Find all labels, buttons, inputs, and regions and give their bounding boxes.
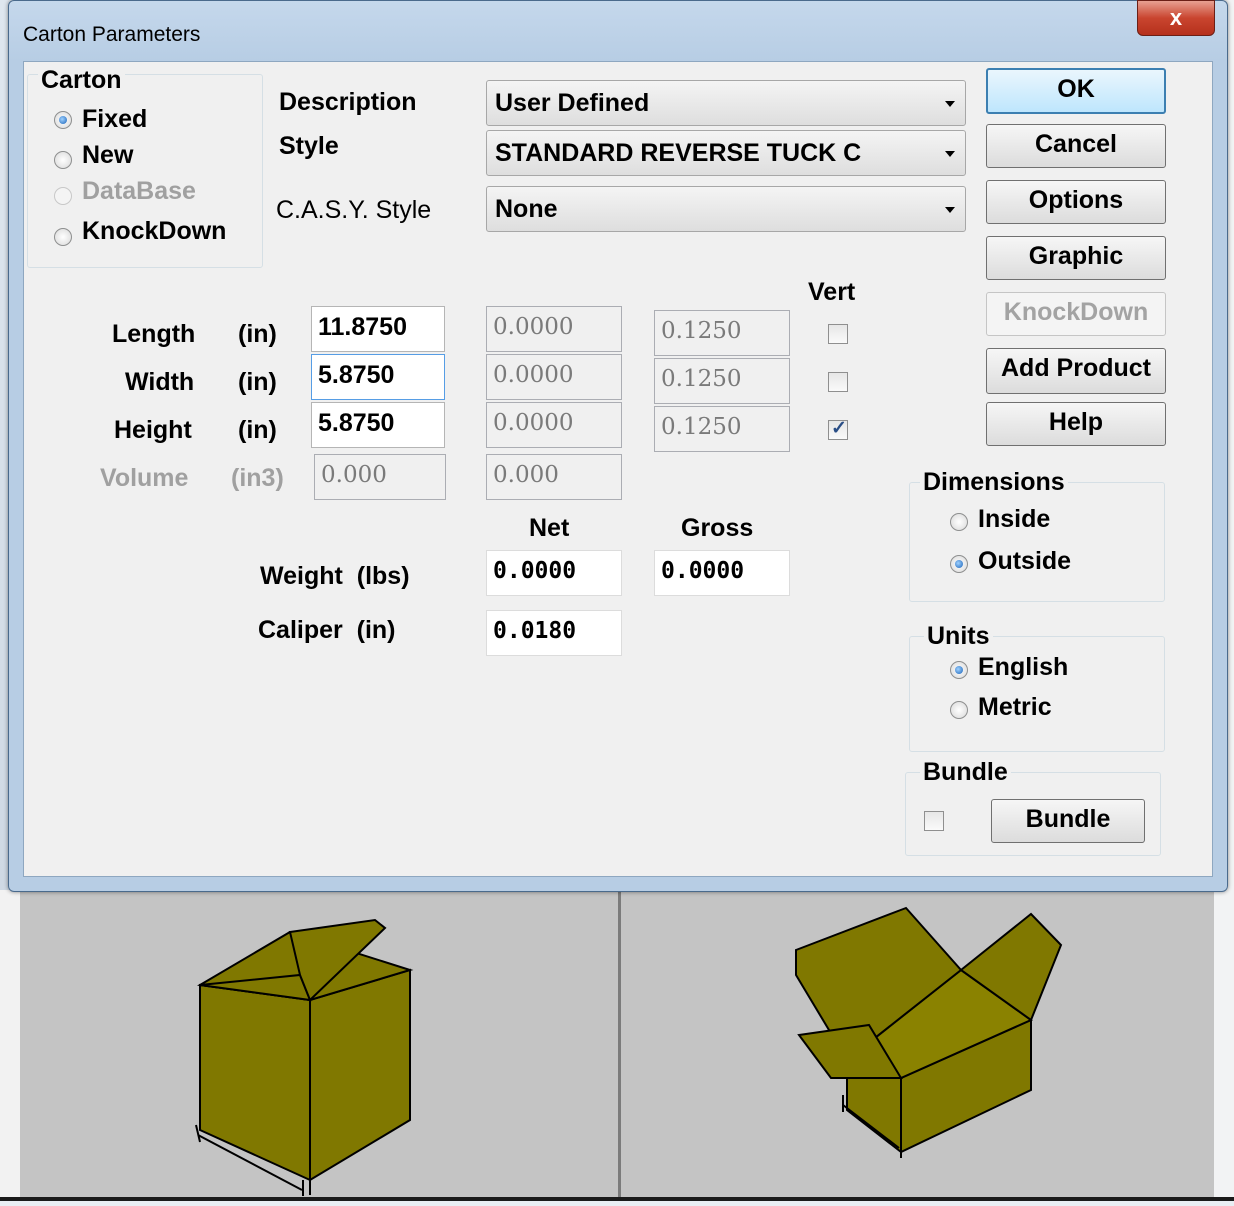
units-group: Units English Metric [909,623,1165,752]
title-bar[interactable]: Carton Parameters x [9,0,1227,61]
net-weight-input[interactable]: 0.0000 [486,550,622,596]
ok-button[interactable]: OK [986,68,1166,114]
width-unit: (in) [238,368,277,396]
open-carton-view [621,890,1215,1201]
radio-database-label: DataBase [82,177,196,205]
units-group-title: Units [924,623,993,649]
bundle-group: Bundle Bundle [905,759,1161,856]
height-field-2: 0.0000 [486,402,622,448]
length-field-3: 0.1250 [654,310,790,356]
length-field-2: 0.0000 [486,306,622,352]
length-input[interactable]: 11.8750 [311,306,445,352]
radio-inside[interactable] [950,513,968,531]
carton-side-face [309,968,411,1182]
carton-group-title: Carton [38,67,125,93]
pane-frame-bottom [0,1197,1234,1201]
weight-label: Weight (lbs) [260,562,410,590]
chevron-down-icon [945,207,955,213]
radio-english-label[interactable]: English [978,653,1068,682]
casy-style-value: None [495,195,558,223]
open-carton-graphic [795,906,1063,1158]
net-column-header: Net [529,514,570,542]
options-button[interactable]: Options [986,180,1166,224]
volume-field-1: 0.000 [314,454,446,500]
dimensions-group: Dimensions Inside Outside [909,469,1165,602]
knockdown-button: KnockDown [986,292,1166,336]
chevron-down-icon [945,101,955,107]
description-label: Description [279,88,417,116]
height-vert-checkbox[interactable] [828,417,848,440]
length-unit: (in) [238,320,277,348]
length-vert-checkbox[interactable] [828,324,848,344]
gross-column-header: Gross [681,514,754,542]
gross-weight-input[interactable]: 0.0000 [654,550,790,596]
radio-database [54,187,72,205]
dimensions-group-title: Dimensions [920,469,1068,495]
caliper-input[interactable]: 0.0180 [486,610,622,656]
radio-metric[interactable] [950,701,968,719]
casy-style-dropdown[interactable]: None [486,186,966,232]
width-label: Width [125,368,195,396]
radio-knockdown[interactable] [54,228,72,246]
height-field-3: 0.1250 [654,406,790,452]
chevron-down-icon [945,151,955,157]
height-input[interactable]: 5.8750 [311,402,445,448]
length-label: Length [112,320,196,348]
height-unit: (in) [238,416,277,444]
description-dropdown[interactable]: User Defined [486,80,966,126]
radio-outside-label[interactable]: Outside [978,547,1071,576]
bundle-group-title: Bundle [920,759,1011,785]
width-input[interactable]: 5.8750 [311,354,445,400]
window-title: Carton Parameters [23,23,201,46]
closed-carton-graphic [195,918,414,1196]
casy-style-label: C.A.S.Y. Style [276,196,432,224]
closed-carton-view [20,890,618,1201]
description-value: User Defined [495,89,650,117]
bundle-button[interactable]: Bundle [991,799,1145,843]
dialog-client-area: Carton Fixed New DataBase KnockDown Desc… [23,61,1213,877]
caliper-label: Caliper (in) [258,616,396,644]
graphic-button[interactable]: Graphic [986,236,1166,280]
radio-outside[interactable] [950,555,968,573]
cancel-button[interactable]: Cancel [986,124,1166,168]
width-field-2: 0.0000 [486,354,622,400]
carton-group: Carton Fixed New DataBase KnockDown [27,67,263,268]
radio-new-label[interactable]: New [82,141,133,170]
radio-fixed[interactable] [54,111,72,129]
height-label: Height [114,416,192,444]
bundle-checkbox[interactable] [924,811,944,831]
style-label: Style [279,132,339,160]
carton-front-face [199,983,311,1182]
carton-parameters-dialog: Carton Parameters x Carton Fixed New Dat… [8,0,1228,892]
radio-inside-label[interactable]: Inside [978,505,1050,534]
style-dropdown[interactable]: STANDARD REVERSE TUCK C [486,130,966,176]
style-value: STANDARD REVERSE TUCK C [495,139,862,167]
volume-unit: (in3) [231,464,284,492]
volume-label: Volume [100,464,189,492]
width-vert-checkbox[interactable] [828,372,848,392]
pane-frame-left [0,890,20,1201]
width-field-3: 0.1250 [654,358,790,404]
vert-column-header: Vert [808,278,856,306]
volume-field-2: 0.000 [486,454,622,500]
radio-new[interactable] [54,151,72,169]
radio-knockdown-label[interactable]: KnockDown [82,217,226,246]
radio-metric-label[interactable]: Metric [978,693,1052,722]
radio-english[interactable] [950,661,968,679]
add-product-button[interactable]: Add Product [986,348,1166,394]
radio-fixed-label[interactable]: Fixed [82,105,147,134]
close-button[interactable]: x [1137,0,1215,36]
help-button[interactable]: Help [986,402,1166,446]
